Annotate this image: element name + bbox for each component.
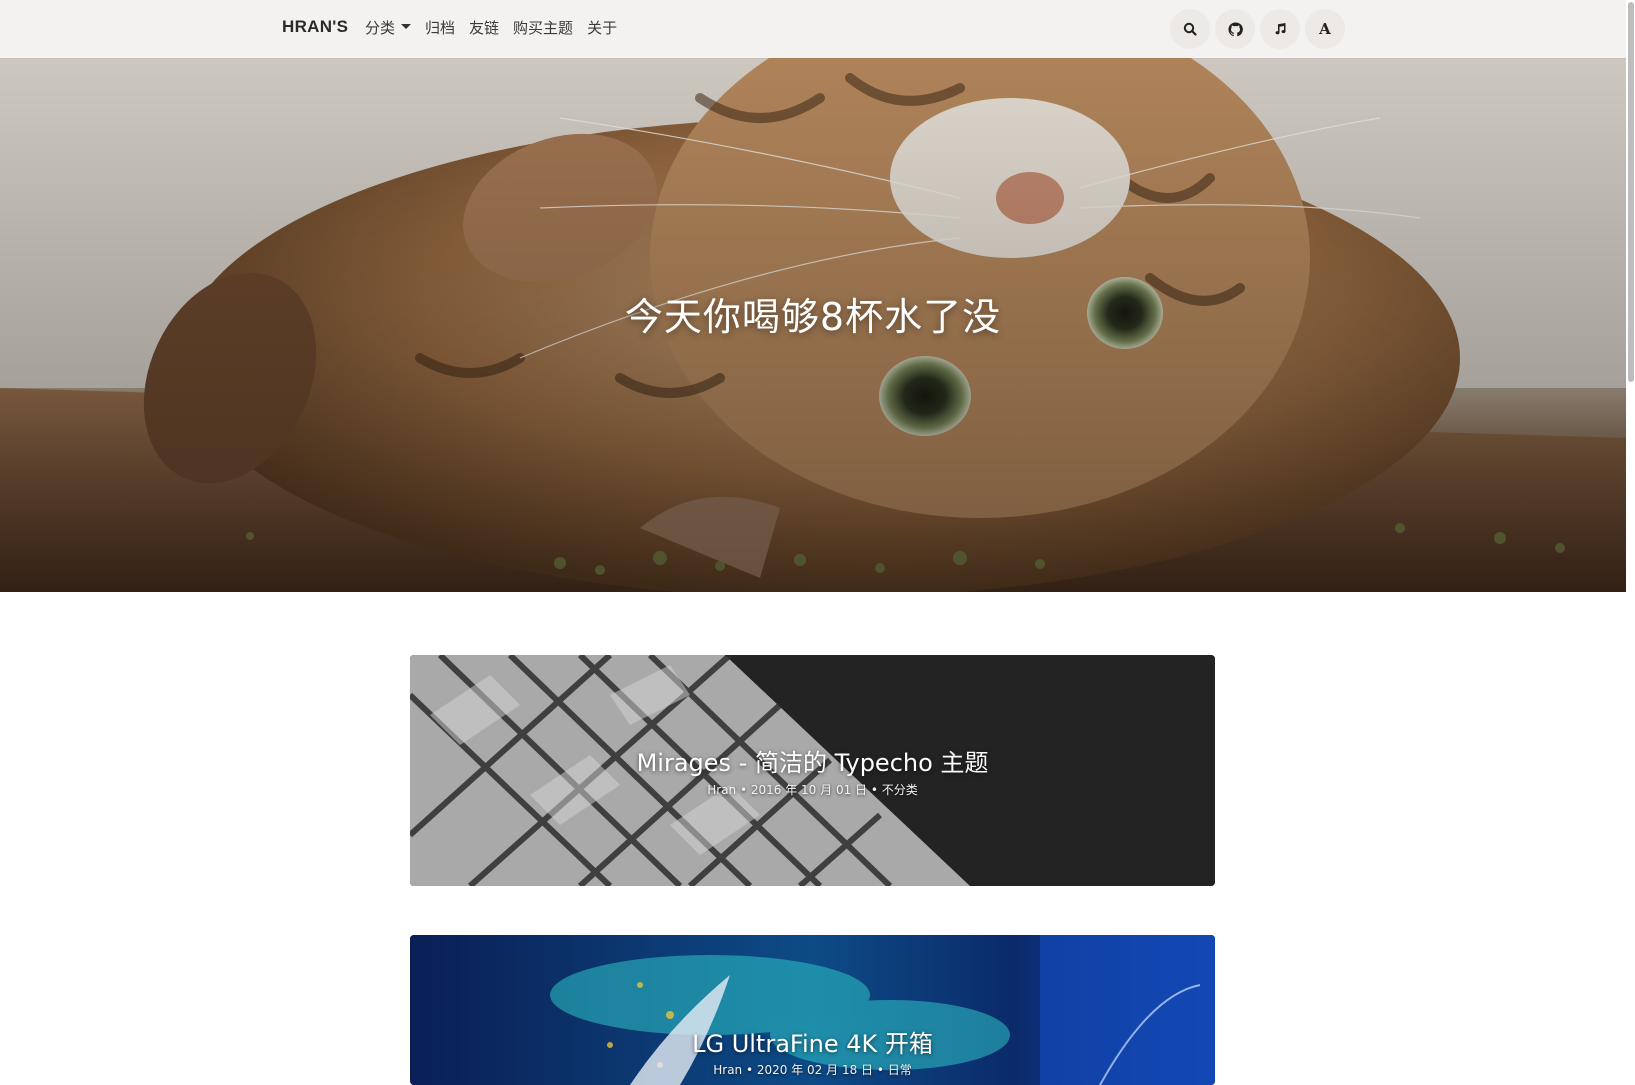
site-brand[interactable]: HRAN'S xyxy=(282,17,348,37)
github-button[interactable] xyxy=(1215,9,1255,49)
nav-icon-group: A xyxy=(1170,9,1345,49)
hero-banner: 今天你喝够8杯水了没 xyxy=(0,58,1626,592)
post-title[interactable]: LG UltraFine 4K 开箱 xyxy=(410,1024,1215,1059)
post-card[interactable]: Mirages - 简洁的 Typecho 主题 Hran • 2016 年 1… xyxy=(410,655,1215,886)
font-settings-button[interactable]: A xyxy=(1305,9,1345,49)
post-meta: Hran • 2020 年 02 月 18 日 • 日常 xyxy=(713,1063,912,1077)
post-card[interactable]: LG UltraFine 4K 开箱 Hran • 2020 年 02 月 18… xyxy=(410,935,1215,1085)
search-button[interactable] xyxy=(1170,9,1210,49)
music-icon xyxy=(1275,23,1286,35)
post-title[interactable]: Mirages - 简洁的 Typecho 主题 xyxy=(410,743,1215,778)
nav-links: 分类 归档 友链 购买主题 关于 xyxy=(365,17,617,38)
page-scrollbar-thumb[interactable] xyxy=(1628,2,1634,382)
top-navbar: HRAN'S 分类 归档 友链 购买主题 关于 A xyxy=(0,0,1626,58)
music-button[interactable] xyxy=(1260,9,1300,49)
nav-item-buy-theme[interactable]: 购买主题 xyxy=(513,17,573,38)
nav-item-categories-label: 分类 xyxy=(365,20,396,37)
search-icon xyxy=(1183,22,1197,36)
nav-item-archive[interactable]: 归档 xyxy=(425,17,455,38)
nav-item-categories[interactable]: 分类 xyxy=(365,17,412,38)
github-icon xyxy=(1227,21,1243,36)
chevron-down-icon xyxy=(401,24,412,29)
hero-title: 今天你喝够8杯水了没 xyxy=(624,295,1002,339)
post-meta: Hran • 2016 年 10 月 01 日 • 不分类 xyxy=(707,783,918,797)
font-icon: A xyxy=(1319,20,1331,38)
nav-item-about[interactable]: 关于 xyxy=(587,17,617,38)
nav-item-links[interactable]: 友链 xyxy=(469,17,499,38)
